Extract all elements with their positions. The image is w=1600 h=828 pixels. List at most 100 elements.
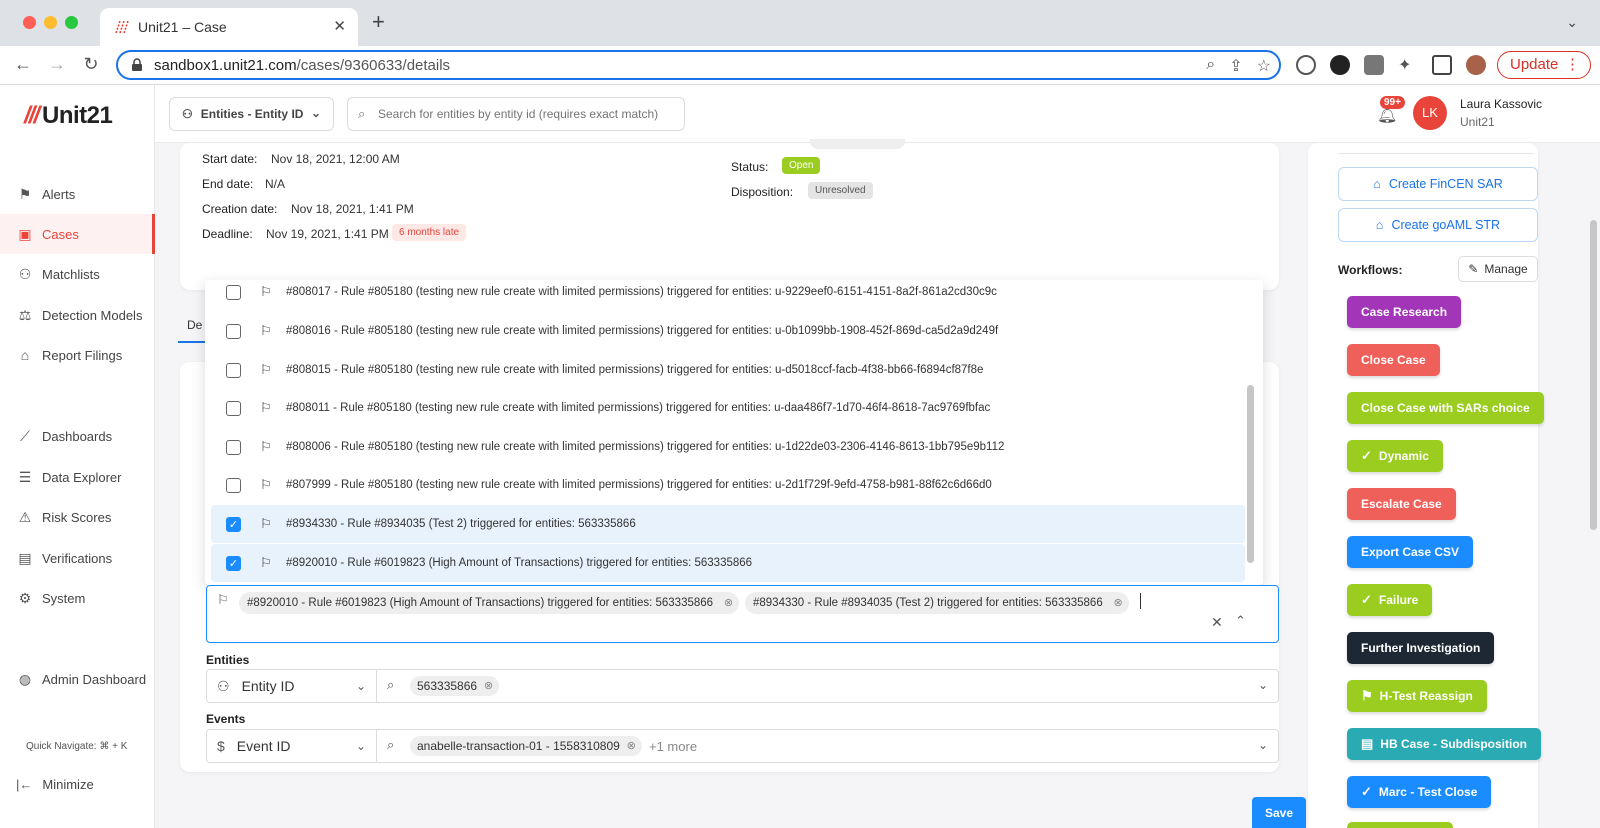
tab-list-chevron-icon[interactable]: ⌄ [1566, 14, 1578, 31]
extension-icon[interactable] [1296, 55, 1316, 75]
entity-search[interactable]: ⌕ [347, 97, 685, 131]
browser-tab[interactable]: Unit21 – Case ✕ [100, 8, 358, 46]
list-item[interactable]: ⚐ #808006 - Rule #805180 (testing new rul… [211, 428, 1245, 466]
workflow-dynamic-button[interactable]: ✓ Dynamic [1347, 440, 1443, 472]
create-fincen-sar-button[interactable]: ⌂ Create FinCEN SAR [1338, 167, 1538, 201]
extension-icon[interactable] [1330, 55, 1350, 75]
avatar[interactable]: LK [1413, 96, 1447, 130]
entities-field[interactable]: ⚇ Entity ID ⌄ ⌕ 563335866 ⊗ ⌄ [206, 669, 1279, 703]
list-item[interactable]: ⚐ #808011 - Rule #805180 (testing new rul… [211, 389, 1245, 427]
sidebar-item-admin-dashboard[interactable]: ◍ Admin Dashboard [0, 659, 155, 699]
checkbox[interactable] [226, 477, 241, 493]
window-minimize-button[interactable] [44, 16, 57, 29]
forward-arrow-icon[interactable]: → [46, 54, 68, 75]
tab-details[interactable]: De [187, 318, 202, 332]
dropdown-scrollbar[interactable] [1247, 385, 1254, 563]
list-item[interactable]: ✓ ⚐ #8934330 - Rule #8934035 (Test 2) trig… [211, 505, 1245, 543]
event-type-dropdown[interactable]: $ Event ID ⌄ [207, 730, 377, 762]
chevron-down-icon[interactable]: ⌄ [1258, 738, 1268, 752]
share-icon[interactable]: ⇪ [1229, 56, 1242, 76]
sidebar-item-system[interactable]: ⚙ System [0, 578, 155, 618]
checkbox[interactable] [226, 284, 241, 300]
update-button[interactable]: Update ⋮ [1497, 51, 1591, 79]
new-tab-button[interactable]: + [372, 11, 385, 33]
chip-remove-icon[interactable]: ⊗ [724, 592, 733, 614]
back-arrow-icon[interactable]: ← [12, 54, 34, 75]
workflow-button-partial[interactable] [1347, 822, 1453, 828]
save-button[interactable]: Save [1252, 797, 1306, 828]
zoom-search-icon[interactable]: ⌕ [1206, 56, 1215, 76]
workflow-close-case-sars-button[interactable]: Close Case with SARs choice [1347, 392, 1544, 424]
workflow-case-research-button[interactable]: Case Research [1347, 296, 1462, 328]
sidebar-item-matchlists[interactable]: ⚇ Matchlists [0, 254, 155, 294]
workflow-label: H-Test Reassign [1379, 689, 1473, 703]
disposition-badge: Unresolved [808, 182, 873, 199]
list-item[interactable]: ✓ ⚐ #8920010 - Rule #6019823 (High Amount … [211, 544, 1245, 582]
sidebar-item-verifications[interactable]: ▤ Verifications [0, 538, 155, 578]
workflow-label: Further Investigation [1361, 641, 1481, 655]
workflow-close-case-button[interactable]: Close Case [1347, 344, 1440, 376]
window-close-button[interactable] [23, 16, 36, 29]
list-item[interactable]: ⚐ #808016 - Rule #805180 (testing new rul… [211, 312, 1245, 350]
window-zoom-button[interactable] [65, 16, 78, 29]
chip-remove-icon[interactable]: ⊗ [484, 676, 493, 696]
sidepanel-icon[interactable] [1432, 55, 1452, 75]
entity-search-input[interactable] [378, 104, 678, 124]
sidebar-item-dashboards[interactable]: ⟋ Dashboards [0, 416, 155, 456]
entity-type-select[interactable]: ⚇ Entities - Entity ID ⌄ [169, 97, 334, 131]
checkbox[interactable] [226, 439, 241, 455]
chevron-up-icon[interactable]: ⌃ [1235, 613, 1246, 629]
event-chip: anabelle-transaction-01 - 1558310809 ⊗ [410, 736, 642, 756]
address-bar[interactable]: sandbox1.unit21.com/cases/9360633/detail… [116, 50, 1281, 80]
workflow-further-investigation-button[interactable]: Further Investigation [1347, 632, 1495, 664]
profile-avatar[interactable] [1466, 55, 1486, 75]
bookmark-star-icon[interactable]: ☆ [1257, 56, 1271, 76]
checkbox[interactable] [226, 323, 241, 339]
checkbox[interactable] [226, 362, 241, 378]
checkbox-checked[interactable]: ✓ [226, 516, 241, 532]
flag-icon: ⚐ [260, 400, 272, 415]
tab-close-icon[interactable]: ✕ [333, 17, 346, 35]
checkbox[interactable] [226, 400, 241, 416]
events-field[interactable]: $ Event ID ⌄ ⌕ anabelle-transaction-01 -… [206, 729, 1279, 763]
option-label: #808017 - Rule #805180 (testing new rule… [286, 286, 997, 298]
clear-icon[interactable]: ✕ [1211, 614, 1223, 631]
minimize-label: Minimize [42, 777, 94, 792]
alerts-multiselect[interactable]: ⚐ #8920010 - Rule #6019823 (High Amount … [206, 585, 1279, 643]
sidebar-item-data-explorer[interactable]: ☰ Data Explorer [0, 457, 155, 497]
reload-icon[interactable]: ↻ [80, 54, 102, 75]
workflow-export-csv-button[interactable]: Export Case CSV [1347, 536, 1474, 568]
workflow-marc-test-close-button[interactable]: ✓ Marc - Test Close [1347, 776, 1492, 808]
workflow-escalate-case-button[interactable]: Escalate Case [1347, 488, 1456, 520]
sidebar-item-detection-models[interactable]: ⚖ Detection Models [0, 295, 155, 335]
list-item[interactable]: ⚐ #808017 - Rule #805180 (testing new rul… [211, 280, 1245, 311]
workflow-h-test-reassign-button[interactable]: ⚑ H-Test Reassign [1347, 680, 1487, 712]
list-item[interactable]: ⚐ #807999 - Rule #805180 (testing new rul… [211, 466, 1245, 504]
text-cursor [1140, 593, 1141, 609]
briefcase-icon: ▣ [18, 225, 32, 242]
flag-icon: ⚐ [217, 592, 229, 607]
extension-icon[interactable] [1364, 55, 1384, 75]
sidebar-item-alerts[interactable]: ⚑ Alerts [0, 174, 155, 214]
sidebar-item-cases[interactable]: ▣ Cases [0, 214, 155, 254]
chip-remove-icon[interactable]: ⊗ [1114, 592, 1123, 614]
checkbox-checked[interactable]: ✓ [226, 555, 241, 571]
minimize-button[interactable]: |← Minimize [16, 777, 94, 792]
entity-type-dropdown[interactable]: ⚇ Entity ID ⌄ [207, 670, 377, 702]
puzzle-extensions-icon[interactable]: ✦ [1398, 55, 1418, 75]
brand-name: Unit21 [42, 102, 113, 129]
brand-logo[interactable]: ///Unit21 [24, 102, 113, 130]
chevron-down-icon[interactable]: ⌄ [1258, 678, 1268, 692]
sidebar-item-report-filings[interactable]: ⌂ Report Filings [0, 335, 155, 375]
workflow-failure-button[interactable]: ✓ Failure [1347, 584, 1433, 616]
create-goaml-str-button[interactable]: ⌂ Create goAML STR [1338, 208, 1538, 242]
list-item[interactable]: ⚐ #808015 - Rule #805180 (testing new rul… [211, 351, 1245, 389]
kebab-menu-icon[interactable]: ⋮ [1565, 52, 1580, 78]
more-events-count[interactable]: +1 more [649, 739, 697, 754]
flag-icon: ⚐ [260, 439, 272, 454]
chip-remove-icon[interactable]: ⊗ [627, 736, 636, 756]
sidebar-item-risk-scores[interactable]: ⚠ Risk Scores [0, 497, 155, 537]
manage-workflows-button[interactable]: ✎ Manage [1458, 256, 1538, 282]
workflow-hb-case-subdisposition-button[interactable]: ▤ HB Case - Subdisposition [1347, 728, 1541, 760]
page-scrollbar[interactable] [1590, 220, 1597, 530]
